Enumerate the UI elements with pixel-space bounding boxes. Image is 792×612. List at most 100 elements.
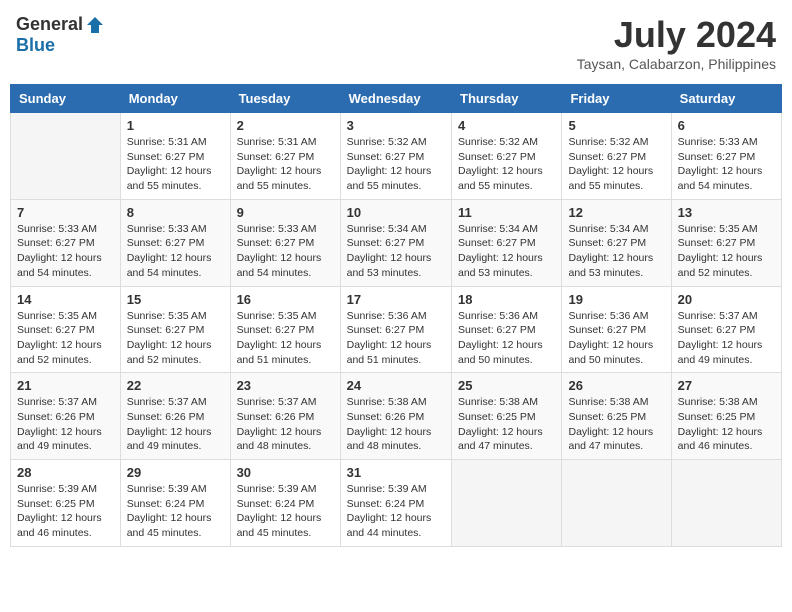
calendar-cell: 10Sunrise: 5:34 AM Sunset: 6:27 PM Dayli… [340,199,451,286]
day-detail: Sunrise: 5:38 AM Sunset: 6:25 PM Dayligh… [568,395,664,454]
day-number: 3 [347,118,445,133]
day-number: 22 [127,378,224,393]
day-detail: Sunrise: 5:36 AM Sunset: 6:27 PM Dayligh… [568,309,664,368]
day-number: 20 [678,292,775,307]
day-detail: Sunrise: 5:31 AM Sunset: 6:27 PM Dayligh… [237,135,334,194]
day-number: 1 [127,118,224,133]
day-number: 19 [568,292,664,307]
day-detail: Sunrise: 5:39 AM Sunset: 6:25 PM Dayligh… [17,482,114,541]
day-detail: Sunrise: 5:32 AM Sunset: 6:27 PM Dayligh… [568,135,664,194]
calendar-cell: 13 Sunrise: 5:35 AM Sunset: 6:27 PM Dayli… [671,199,781,286]
calendar-cell: 12Sunrise: 5:34 AM Sunset: 6:27 PM Dayli… [562,199,671,286]
day-detail: Sunrise: 5:37 AM Sunset: 6:27 PM Dayligh… [678,309,775,368]
logo-blue-text: Blue [16,35,55,56]
day-detail: Sunrise: 5:32 AM Sunset: 6:27 PM Dayligh… [458,135,555,194]
calendar-cell [11,113,121,200]
day-detail: Sunrise: 5:33 AM Sunset: 6:27 PM Dayligh… [127,222,224,281]
calendar-header-row: SundayMondayTuesdayWednesdayThursdayFrid… [11,85,782,113]
location: Taysan, Calabarzon, Philippines [577,56,776,72]
day-number: 27 [678,378,775,393]
month-year: July 2024 [577,14,776,56]
day-number: 24 [347,378,445,393]
day-detail: Sunrise: 5:39 AM Sunset: 6:24 PM Dayligh… [237,482,334,541]
day-number: 26 [568,378,664,393]
day-number: 28 [17,465,114,480]
calendar-week-5: 28 Sunrise: 5:39 AM Sunset: 6:25 PM Dayli… [11,460,782,547]
day-number: 10 [347,205,445,220]
calendar-cell [671,460,781,547]
day-number: 15 [127,292,224,307]
calendar-cell: 7 Sunrise: 5:33 AM Sunset: 6:27 PM Daylig… [11,199,121,286]
day-detail: Sunrise: 5:37 AM Sunset: 6:26 PM Dayligh… [127,395,224,454]
day-detail: Sunrise: 5:33 AM Sunset: 6:27 PM Dayligh… [17,222,114,281]
header: General Blue July 2024 Taysan, Calabarzo… [10,10,782,76]
calendar-cell: 20 Sunrise: 5:37 AM Sunset: 6:27 PM Dayli… [671,286,781,373]
calendar-cell: 14 Sunrise: 5:35 AM Sunset: 6:27 PM Dayli… [11,286,121,373]
title-section: July 2024 Taysan, Calabarzon, Philippine… [577,14,776,72]
calendar-header-tuesday: Tuesday [230,85,340,113]
day-number: 18 [458,292,555,307]
day-detail: Sunrise: 5:35 AM Sunset: 6:27 PM Dayligh… [678,222,775,281]
day-detail: Sunrise: 5:35 AM Sunset: 6:27 PM Dayligh… [17,309,114,368]
calendar-table: SundayMondayTuesdayWednesdayThursdayFrid… [10,84,782,547]
day-number: 6 [678,118,775,133]
calendar-cell: 4 Sunrise: 5:32 AM Sunset: 6:27 PM Daylig… [452,113,562,200]
calendar-cell: 31 Sunrise: 5:39 AM Sunset: 6:24 PM Dayli… [340,460,451,547]
calendar-cell: 23 Sunrise: 5:37 AM Sunset: 6:26 PM Dayli… [230,373,340,460]
day-number: 16 [237,292,334,307]
calendar-cell: 8 Sunrise: 5:33 AM Sunset: 6:27 PM Daylig… [120,199,230,286]
calendar-cell: 3 Sunrise: 5:32 AM Sunset: 6:27 PM Daylig… [340,113,451,200]
logo-icon [85,15,105,35]
day-number: 11 [458,205,555,220]
calendar-cell: 28 Sunrise: 5:39 AM Sunset: 6:25 PM Dayli… [11,460,121,547]
calendar-cell: 16 Sunrise: 5:35 AM Sunset: 6:27 PM Dayli… [230,286,340,373]
day-detail: Sunrise: 5:37 AM Sunset: 6:26 PM Dayligh… [237,395,334,454]
calendar-cell: 30 Sunrise: 5:39 AM Sunset: 6:24 PM Dayli… [230,460,340,547]
day-detail: Sunrise: 5:39 AM Sunset: 6:24 PM Dayligh… [347,482,445,541]
calendar-week-3: 14 Sunrise: 5:35 AM Sunset: 6:27 PM Dayli… [11,286,782,373]
day-number: 25 [458,378,555,393]
calendar-cell: 25 Sunrise: 5:38 AM Sunset: 6:25 PM Dayli… [452,373,562,460]
calendar-header-friday: Friday [562,85,671,113]
calendar-cell [562,460,671,547]
calendar-cell: 27 Sunrise: 5:38 AM Sunset: 6:25 PM Dayli… [671,373,781,460]
calendar-cell: 15Sunrise: 5:35 AM Sunset: 6:27 PM Dayli… [120,286,230,373]
day-number: 13 [678,205,775,220]
day-detail: Sunrise: 5:35 AM Sunset: 6:27 PM Dayligh… [237,309,334,368]
day-number: 12 [568,205,664,220]
day-number: 23 [237,378,334,393]
day-number: 9 [237,205,334,220]
calendar-header-monday: Monday [120,85,230,113]
calendar-week-2: 7 Sunrise: 5:33 AM Sunset: 6:27 PM Daylig… [11,199,782,286]
calendar-cell: 1Sunrise: 5:31 AM Sunset: 6:27 PM Daylig… [120,113,230,200]
day-detail: Sunrise: 5:33 AM Sunset: 6:27 PM Dayligh… [237,222,334,281]
day-detail: Sunrise: 5:38 AM Sunset: 6:25 PM Dayligh… [678,395,775,454]
day-number: 8 [127,205,224,220]
day-number: 14 [17,292,114,307]
day-detail: Sunrise: 5:38 AM Sunset: 6:25 PM Dayligh… [458,395,555,454]
calendar-cell: 21Sunrise: 5:37 AM Sunset: 6:26 PM Dayli… [11,373,121,460]
day-detail: Sunrise: 5:39 AM Sunset: 6:24 PM Dayligh… [127,482,224,541]
day-detail: Sunrise: 5:36 AM Sunset: 6:27 PM Dayligh… [458,309,555,368]
logo: General Blue [16,14,105,56]
calendar-week-1: 1 Sunrise: 5:31 AM Sunset: 6:27 PM Daylig… [11,113,782,200]
calendar-header-wednesday: Wednesday [340,85,451,113]
calendar-cell: 18 Sunrise: 5:36 AM Sunset: 6:27 PM Dayli… [452,286,562,373]
day-number: 2 [237,118,334,133]
day-number: 4 [458,118,555,133]
calendar-header-saturday: Saturday [671,85,781,113]
day-number: 17 [347,292,445,307]
day-detail: Sunrise: 5:32 AM Sunset: 6:27 PM Dayligh… [347,135,445,194]
calendar-week-4: 21Sunrise: 5:37 AM Sunset: 6:26 PM Dayli… [11,373,782,460]
logo-general-text: General [16,14,83,35]
day-detail: Sunrise: 5:34 AM Sunset: 6:27 PM Dayligh… [458,222,555,281]
day-detail: Sunrise: 5:33 AM Sunset: 6:27 PM Dayligh… [678,135,775,194]
day-number: 7 [17,205,114,220]
day-number: 30 [237,465,334,480]
calendar-cell: 11 Sunrise: 5:34 AM Sunset: 6:27 PM Dayli… [452,199,562,286]
calendar-cell [452,460,562,547]
calendar-cell: 24Sunrise: 5:38 AM Sunset: 6:26 PM Dayli… [340,373,451,460]
calendar-cell: 5Sunrise: 5:32 AM Sunset: 6:27 PM Daylig… [562,113,671,200]
day-number: 31 [347,465,445,480]
day-number: 29 [127,465,224,480]
